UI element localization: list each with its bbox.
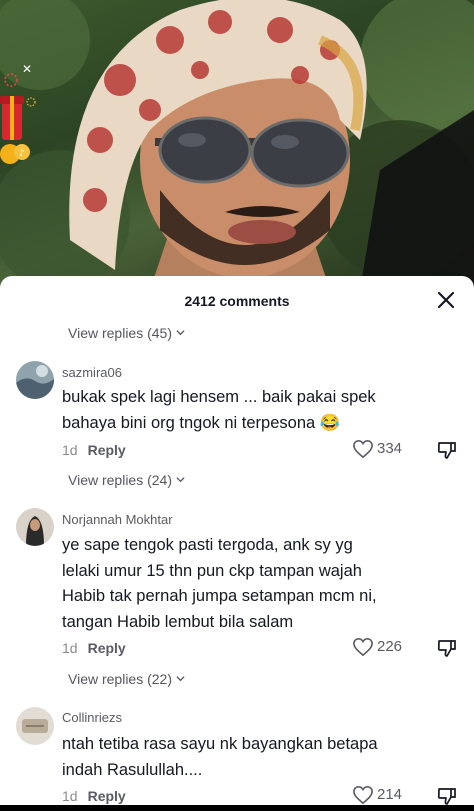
comment-text: bukak spek lagi hensem ... baik pakai sp… — [62, 385, 422, 436]
comment-meta: 1d Reply — [62, 442, 126, 458]
sheet-header: 2412 comments — [0, 276, 474, 324]
like-count: 226 — [377, 638, 403, 655]
avatar[interactable] — [16, 361, 54, 399]
comment-text-line: Habib tak pernah jumpa setampan mcm ni, — [62, 587, 377, 605]
comment-text-line: tangan Habib lembut bila salam — [62, 612, 294, 631]
video-frame[interactable]: ♪ ✕ — [0, 0, 474, 290]
reply-button[interactable]: Reply — [88, 640, 126, 656]
view-replies-button[interactable]: View replies (22) — [68, 671, 185, 687]
close-button[interactable] — [436, 290, 456, 310]
comment-meta: 1d Reply — [62, 640, 126, 656]
comment-text: ye sape tengok pasti tergoda, ank sy yg … — [62, 533, 422, 635]
comment-meta: 1d Reply — [62, 788, 126, 804]
avatar-image — [16, 508, 54, 546]
comments-sheet: 2412 comments View replies (45) sazmira0… — [0, 276, 474, 805]
view-replies-label: View replies (24) — [68, 472, 173, 488]
chevron-down-icon — [176, 330, 185, 336]
heart-outline-icon — [353, 637, 373, 657]
like-count: 334 — [377, 440, 403, 457]
comment-text-line: ye sape tengok pasti tergoda, ank sy yg — [62, 536, 353, 554]
avatar-image — [16, 361, 54, 399]
comment-username[interactable]: Norjannah Mokhtar — [62, 512, 173, 527]
svg-text:♪: ♪ — [19, 149, 25, 159]
avatar-image — [16, 707, 54, 745]
comment-username[interactable]: sazmira06 — [62, 365, 122, 380]
view-replies-label: View replies (22) — [68, 671, 173, 687]
thumbs-down-icon — [437, 788, 456, 805]
comment-text-line: lelaki umur 15 thn pun ckp tampan wajah — [62, 561, 362, 580]
comment-text: ntah tetiba rasa sayu nk bayangkan betap… — [62, 732, 422, 783]
thumbs-down-icon — [437, 640, 456, 657]
chevron-down-icon — [176, 477, 185, 483]
dislike-button[interactable] — [437, 638, 457, 660]
reply-button[interactable]: Reply — [88, 442, 126, 458]
gift-box-icon: ♪ — [0, 73, 36, 164]
chevron-down-icon — [176, 676, 185, 682]
avatar[interactable] — [16, 508, 54, 546]
like-count: 214 — [377, 786, 403, 803]
comment-time: 1d — [62, 442, 78, 458]
view-replies-button[interactable]: View replies (24) — [68, 472, 185, 488]
thumbs-down-icon — [437, 442, 456, 459]
comment-username[interactable]: Collinriezs — [62, 710, 122, 725]
comment-text-line: ntah tetiba rasa sayu nk bayangkan betap… — [62, 735, 378, 753]
view-replies-button[interactable]: View replies (45) — [68, 325, 185, 341]
comment-time: 1d — [62, 788, 78, 804]
gift-widget[interactable]: ♪ ✕ — [0, 62, 40, 182]
reply-button[interactable]: Reply — [88, 788, 126, 804]
avatar[interactable] — [16, 707, 54, 745]
heart-outline-icon — [353, 439, 373, 459]
gift-close-icon[interactable]: ✕ — [22, 62, 32, 76]
comment-time: 1d — [62, 640, 78, 656]
heart-outline-icon — [353, 785, 373, 805]
comment-text-line: indah Rasulullah.... — [62, 760, 203, 779]
dislike-button[interactable] — [437, 440, 457, 462]
comment-text-line: bukak spek lagi hensem ... baik pakai sp… — [62, 388, 376, 406]
view-replies-label: View replies (45) — [68, 325, 173, 341]
comment-text-line: bahaya bini org tngok ni terpesona 😂 — [62, 413, 341, 432]
close-icon — [437, 291, 455, 309]
comments-count-title: 2412 comments — [184, 293, 290, 309]
video-person-image — [0, 0, 474, 290]
